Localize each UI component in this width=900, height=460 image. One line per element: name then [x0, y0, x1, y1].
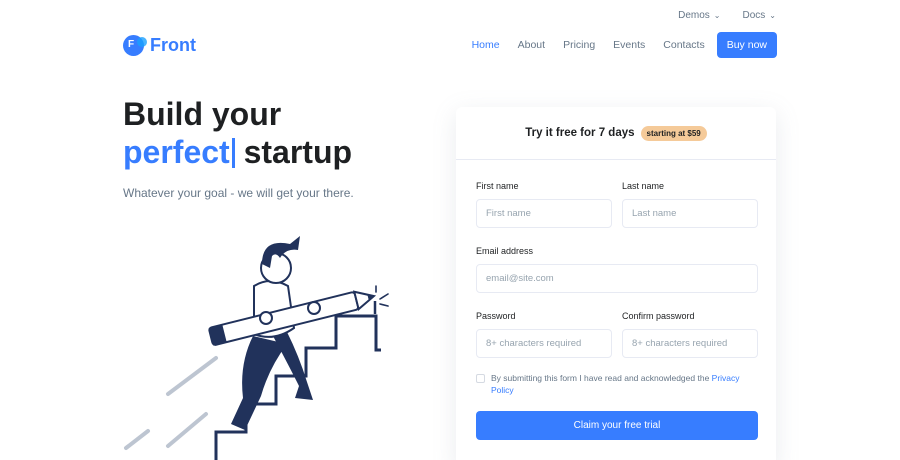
docs-dropdown[interactable]: Docs ⌄: [743, 10, 777, 21]
consent-text-body: By submitting this form I have read and …: [491, 373, 712, 383]
password-placeholder: 8+ characters required: [486, 338, 582, 349]
last-name-field[interactable]: Last name: [622, 199, 758, 228]
first-name-group: First name First name: [476, 181, 612, 228]
consent-text: By submitting this form I have read and …: [491, 372, 758, 396]
demos-label: Demos: [678, 10, 710, 21]
password-label: Password: [476, 311, 516, 321]
main-nav: Home About Pricing Events Contacts Buy n…: [454, 32, 777, 58]
confirm-password-placeholder: 8+ characters required: [632, 338, 728, 349]
motion-lines-icon: [124, 356, 218, 450]
chevron-down-icon: ⌄: [769, 11, 776, 20]
consent-checkbox[interactable]: [476, 374, 485, 383]
email-group: Email address email@site.com: [476, 246, 758, 293]
docs-label: Docs: [742, 10, 766, 21]
first-name-placeholder: First name: [486, 208, 531, 219]
password-row: Password 8+ characters required Confirm …: [476, 311, 758, 358]
brand-name: Front: [150, 34, 196, 55]
nav-item-home[interactable]: Home: [472, 39, 500, 51]
demos-dropdown[interactable]: Demos ⌄: [678, 10, 720, 21]
last-name-placeholder: Last name: [632, 208, 677, 219]
nav-item-contacts[interactable]: Contacts: [663, 39, 704, 51]
confirm-password-label: Confirm password: [622, 311, 695, 321]
hero-title: Build your perfect startup: [123, 95, 352, 171]
first-name-label: First name: [476, 181, 519, 191]
logo-icon: F: [123, 34, 147, 56]
spark-icon: [375, 285, 389, 307]
email-row: Email address email@site.com: [476, 246, 758, 293]
last-name-group: Last name Last name: [622, 181, 758, 228]
buy-now-button[interactable]: Buy now: [716, 32, 777, 58]
brand-logo[interactable]: F Front: [123, 34, 196, 56]
person-icon: [208, 236, 377, 430]
nav-item-about[interactable]: About: [518, 39, 545, 51]
logo-mark-letter: F: [128, 38, 135, 50]
chevron-down-icon: ⌄: [713, 11, 721, 20]
signup-form: First name First name Last name Last nam…: [476, 181, 758, 440]
claim-trial-button[interactable]: Claim your free trial: [476, 411, 758, 440]
hero-title-line2: startup: [243, 134, 353, 170]
price-badge: starting at $59: [640, 125, 707, 141]
climbing-stairs-illustration: [124, 236, 389, 460]
signup-card: Try it free for 7 days starting at $59 F…: [456, 107, 776, 460]
main-header: F Front Home About Pricing Events Contac…: [123, 32, 777, 58]
signup-card-header: Try it free for 7 days starting at $59: [456, 107, 776, 160]
name-row: First name First name Last name Last nam…: [476, 181, 758, 228]
email-label: Email address: [476, 246, 534, 256]
top-utility-bar: Demos ⌄ Docs ⌄: [678, 10, 776, 21]
nav-item-events[interactable]: Events: [613, 39, 645, 51]
hero-title-line1: Build your: [123, 96, 282, 132]
consent-row: By submitting this form I have read and …: [476, 372, 758, 396]
email-field[interactable]: email@site.com: [476, 264, 758, 293]
password-group: Password 8+ characters required: [476, 311, 612, 358]
last-name-label: Last name: [622, 181, 665, 191]
confirm-password-group: Confirm password 8+ characters required: [622, 311, 758, 358]
confirm-password-field[interactable]: 8+ characters required: [622, 329, 758, 358]
nav-item-pricing[interactable]: Pricing: [563, 39, 595, 51]
hero-accent-word: perfect: [123, 134, 230, 170]
email-placeholder: email@site.com: [486, 273, 554, 284]
typing-caret: [231, 138, 235, 168]
password-field[interactable]: 8+ characters required: [476, 329, 612, 358]
signup-title: Try it free for 7 days: [525, 127, 635, 139]
first-name-field[interactable]: First name: [476, 199, 612, 228]
hero-subtitle: Whatever your goal - we will get your th…: [123, 186, 354, 200]
